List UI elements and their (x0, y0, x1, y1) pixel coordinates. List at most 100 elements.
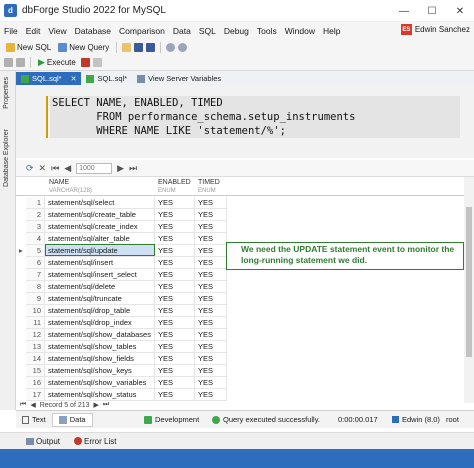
table-row[interactable]: 11 statement/sql/drop_index YES YES (16, 317, 464, 329)
minimize-button[interactable]: — (390, 0, 418, 22)
cell-timed[interactable]: YES (195, 245, 227, 257)
cell-enabled[interactable]: YES (155, 317, 195, 329)
cell-name[interactable]: statement/sql/insert_select (45, 269, 155, 281)
cell-enabled[interactable]: YES (155, 305, 195, 317)
user-account[interactable]: ES Edwin Sanchez (400, 24, 470, 35)
open-folder-icon[interactable] (122, 42, 132, 52)
cell-timed[interactable]: YES (195, 341, 227, 353)
row-number[interactable]: 13 (26, 341, 45, 353)
save-all-icon[interactable] (146, 42, 156, 52)
tab-sql-1[interactable]: SQL.sql* ✕ (16, 72, 82, 85)
row-number[interactable]: 5 (26, 245, 45, 257)
cell-enabled[interactable]: YES (155, 233, 195, 245)
menu-window[interactable]: Window (281, 26, 319, 36)
menu-sql[interactable]: SQL (195, 26, 220, 36)
last-page-icon[interactable]: ⏭ (129, 163, 137, 174)
row-selector[interactable] (16, 197, 26, 209)
menu-help[interactable]: Help (319, 26, 344, 36)
cell-enabled[interactable]: YES (155, 209, 195, 221)
cell-enabled[interactable]: YES (155, 197, 195, 209)
row-number[interactable]: 16 (26, 377, 45, 389)
table-row[interactable]: 1 statement/sql/select YES YES (16, 197, 464, 209)
row-number[interactable]: 6 (26, 257, 45, 269)
cell-enabled[interactable]: YES (155, 269, 195, 281)
table-row[interactable]: 14 statement/sql/show_fields YES YES (16, 353, 464, 365)
row-selector[interactable] (16, 221, 26, 233)
cell-timed[interactable]: YES (195, 281, 227, 293)
cell-enabled[interactable]: YES (155, 353, 195, 365)
cell-name[interactable]: statement/sql/show_fields (45, 353, 155, 365)
format-icon[interactable] (4, 58, 13, 67)
row-number[interactable]: 12 (26, 329, 45, 341)
row-selector[interactable] (16, 353, 26, 365)
table-row[interactable]: 3 statement/sql/create_index YES YES (16, 221, 464, 233)
previous-record-icon[interactable]: ◀ (30, 401, 35, 409)
error-list-tab[interactable]: Error List (72, 435, 118, 448)
column-header-name[interactable]: NAME VARCHAR(128) (49, 179, 92, 195)
cell-timed[interactable]: YES (195, 329, 227, 341)
row-number[interactable]: 2 (26, 209, 45, 221)
previous-page-icon[interactable]: ◀ (64, 163, 71, 174)
cell-name[interactable]: statement/sql/create_index (45, 221, 155, 233)
table-row[interactable]: 7 statement/sql/insert_select YES YES (16, 269, 464, 281)
cell-timed[interactable]: YES (195, 221, 227, 233)
menu-tools[interactable]: Tools (253, 26, 281, 36)
cell-name[interactable]: statement/sql/truncate (45, 293, 155, 305)
table-row[interactable]: 8 statement/sql/delete YES YES (16, 281, 464, 293)
cell-enabled[interactable]: YES (155, 281, 195, 293)
row-number[interactable]: 7 (26, 269, 45, 281)
cell-name[interactable]: statement/sql/show_keys (45, 365, 155, 377)
stop-icon[interactable] (80, 58, 90, 67)
new-query-button[interactable]: New Query (56, 41, 111, 54)
row-number[interactable]: 14 (26, 353, 45, 365)
cell-enabled[interactable]: YES (155, 329, 195, 341)
properties-tab[interactable]: Properties (3, 77, 10, 109)
tab-text[interactable]: Text (16, 413, 52, 427)
row-selector[interactable] (16, 317, 26, 329)
cell-timed[interactable]: YES (195, 377, 227, 389)
menu-edit[interactable]: Edit (22, 26, 45, 36)
menu-view[interactable]: View (44, 26, 70, 36)
row-number[interactable]: 4 (26, 233, 45, 245)
redo-icon[interactable] (178, 42, 188, 52)
menu-file[interactable]: File (0, 26, 22, 36)
cell-enabled[interactable]: YES (155, 293, 195, 305)
row-selector[interactable] (16, 365, 26, 377)
row-selector[interactable] (16, 329, 26, 341)
row-selector[interactable] (16, 257, 26, 269)
table-row[interactable]: 9 statement/sql/truncate YES YES (16, 293, 464, 305)
row-selector[interactable] (16, 293, 26, 305)
first-page-icon[interactable]: ⏮ (51, 163, 59, 174)
table-row[interactable]: 2 statement/sql/create_table YES YES (16, 209, 464, 221)
row-number[interactable]: 10 (26, 305, 45, 317)
cell-enabled[interactable]: YES (155, 341, 195, 353)
execute-button[interactable]: ▶ Execute (36, 56, 78, 69)
cell-timed[interactable]: YES (195, 197, 227, 209)
refresh-icon[interactable]: ⟳ (26, 163, 34, 174)
column-header-enabled[interactable]: ENABLED ENUM (158, 179, 191, 195)
cell-enabled[interactable]: YES (155, 245, 195, 257)
cell-timed[interactable]: YES (195, 257, 227, 269)
row-number[interactable]: 11 (26, 317, 45, 329)
cell-timed[interactable]: YES (195, 365, 227, 377)
tab-sql-2[interactable]: SQL.sql* (81, 72, 132, 85)
column-header-timed[interactable]: TIMED ENUM (198, 179, 220, 195)
menu-database[interactable]: Database (71, 26, 115, 36)
save-icon[interactable] (134, 42, 144, 52)
table-row[interactable]: 13 statement/sql/show_tables YES YES (16, 341, 464, 353)
cell-name[interactable]: statement/sql/insert (45, 257, 155, 269)
cell-name[interactable]: statement/sql/drop_index (45, 317, 155, 329)
cell-timed[interactable]: YES (195, 317, 227, 329)
cell-name[interactable]: statement/sql/delete (45, 281, 155, 293)
row-selector[interactable]: ▸ (16, 245, 26, 257)
row-selector[interactable] (16, 281, 26, 293)
cell-name[interactable]: statement/sql/drop_table (45, 305, 155, 317)
cell-timed[interactable]: YES (195, 293, 227, 305)
row-number[interactable]: 9 (26, 293, 45, 305)
output-tab[interactable]: Output (24, 435, 62, 448)
menu-data[interactable]: Data (169, 26, 195, 36)
execute-plan-icon[interactable] (92, 58, 102, 67)
cell-timed[interactable]: YES (195, 269, 227, 281)
cell-enabled[interactable]: YES (155, 377, 195, 389)
cell-timed[interactable]: YES (195, 233, 227, 245)
